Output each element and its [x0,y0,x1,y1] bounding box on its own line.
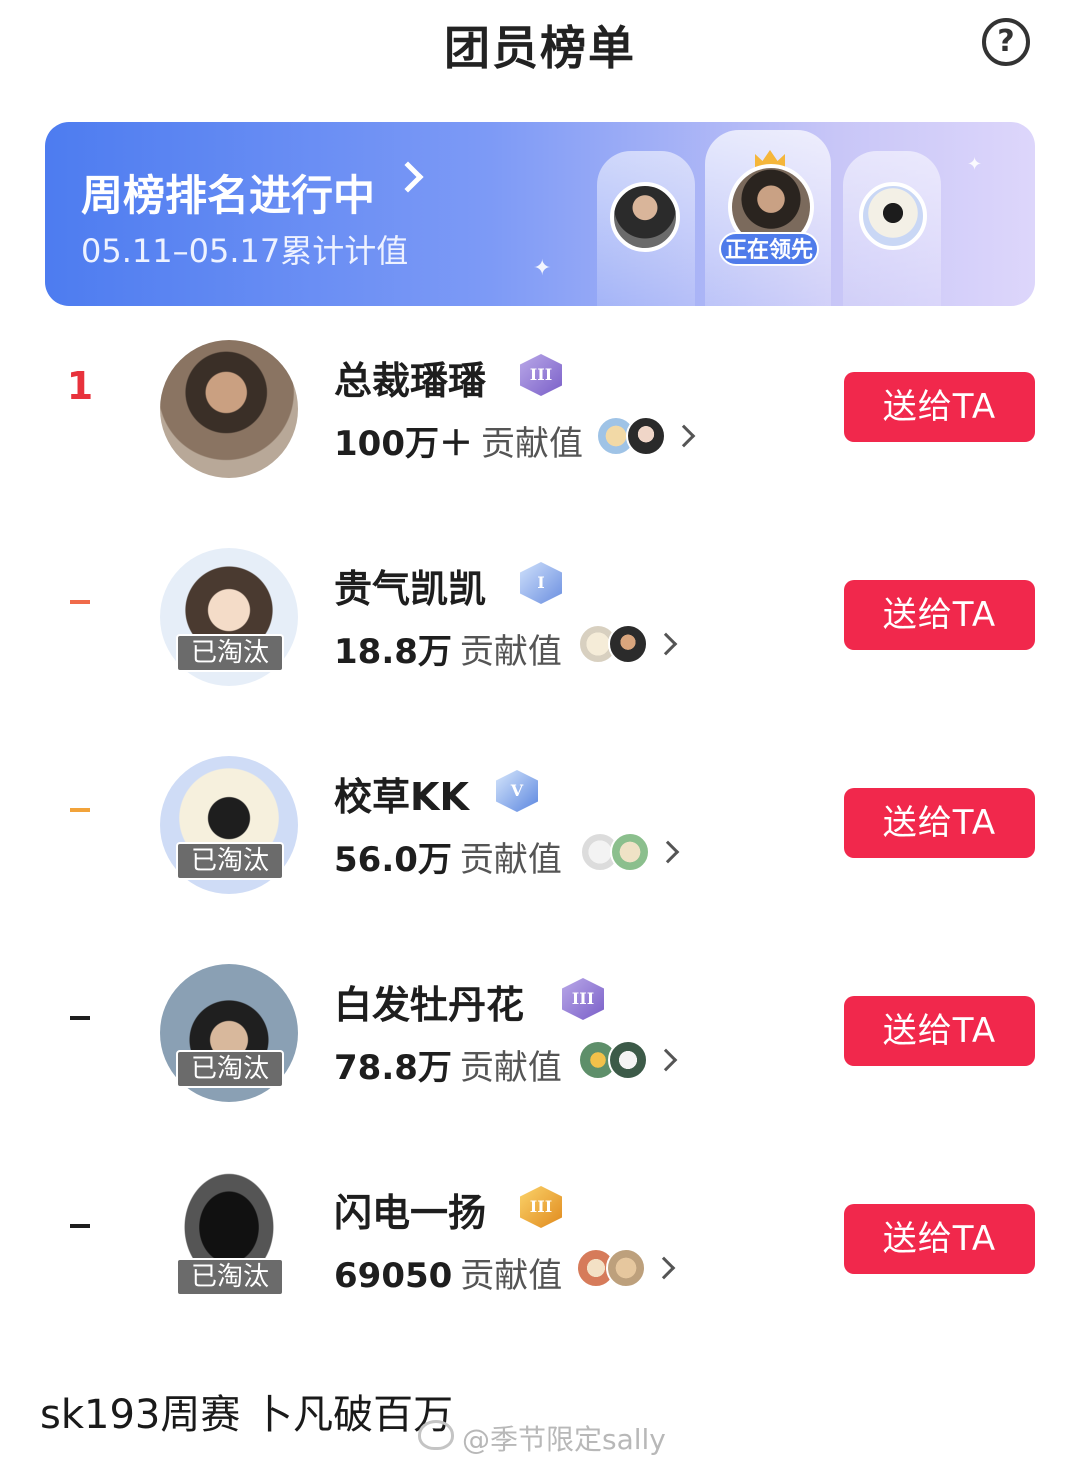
level-badge-icon: I [520,562,562,604]
avatar[interactable] [160,340,298,478]
podium-avatar-second[interactable] [610,182,680,252]
contributor-avatar [610,832,650,872]
eliminated-tag: 已淘汰 [176,842,284,880]
member-name: 白发牡丹花 [334,983,525,1027]
send-gift-button[interactable]: 送给TA [844,372,1035,442]
rank-number: 1 [66,364,94,408]
level-badge-icon: III [562,978,604,1020]
contribution-label: 贡献值 [459,840,562,880]
level-badge-icon: V [496,770,538,812]
podium-avatar-third[interactable] [859,182,927,250]
contribution-text: 69050 贡献值 [334,1248,562,1297]
contributor-avatar [608,624,648,664]
contribution-value: 100万＋ [334,424,473,464]
contribution-value: 56.0万 [334,840,452,880]
chevron-right-icon [392,161,424,193]
chevron-right-icon[interactable] [652,1256,676,1280]
member-name: 贵气凯凯 [334,567,487,611]
chevron-right-icon[interactable] [672,424,696,448]
chevron-right-icon[interactable] [654,632,678,656]
eliminated-tag: 已淘汰 [176,1258,284,1296]
contribution-text: 56.0万 贡献值 [334,832,562,881]
post-caption: sk193周赛 卜凡破百万 [40,1392,454,1438]
contributor-avatar [608,1040,648,1080]
contribution-value: 69050 [334,1256,453,1296]
contribution-value: 18.8万 [334,632,452,672]
level-badge-icon: III [520,1186,562,1228]
member-row: 已淘汰 白发牡丹花 III 78.8万 贡献值 送给TA [0,932,1080,1102]
contribution-text: 78.8万 贡献值 [334,1040,562,1089]
page-title: 团员榜单 [444,21,636,75]
eliminated-tag: 已淘汰 [176,634,284,672]
rank-dash [70,600,90,604]
eliminated-tag: 已淘汰 [176,1050,284,1088]
contributor-avatar [626,416,666,456]
contribution-label: 贡献值 [459,1048,562,1088]
contribution-label: 贡献值 [460,1256,563,1296]
send-gift-button[interactable]: 送给TA [844,996,1035,1066]
member-name: 闪电一扬 [334,1191,487,1235]
member-name: 校草KK [334,775,469,819]
chevron-right-icon[interactable] [654,1048,678,1072]
sparkle-icon: ✦ [533,256,552,281]
banner-title: 周榜排名进行中 [81,171,376,220]
member-row: 已淘汰 贵气凯凯 I 18.8万 贡献值 送给TA [0,516,1080,686]
leading-badge: 正在领先 [719,232,819,266]
contribution-value: 78.8万 [334,1048,452,1088]
watermark: @季节限定sally [462,1423,666,1456]
contribution-text: 18.8万 贡献值 [334,624,562,673]
header: 团员榜单 ? [0,0,1080,90]
member-row: 1 总裁璠璠 III 100万＋ 贡献值 送给TA [0,308,1080,478]
send-gift-button[interactable]: 送给TA [844,580,1035,650]
send-gift-button[interactable]: 送给TA [844,788,1035,858]
help-icon[interactable]: ? [982,18,1030,66]
sparkle-icon: ✦ [967,154,983,175]
member-row: 已淘汰 校草KK V 56.0万 贡献值 送给TA [0,724,1080,894]
banner-date-range: 05.11–05.17累计计值 [81,232,409,270]
rank-dash [70,808,90,812]
weekly-ranking-banner[interactable]: 周榜排名进行中 05.11–05.17累计计值 ✦ ✦ 正在领先 [45,122,1035,306]
contributor-avatar [606,1248,646,1288]
level-badge-icon: III [520,354,562,396]
member-row: 已淘汰 闪电一扬 III 69050 贡献值 送给TA [0,1140,1080,1310]
contribution-label: 贡献值 [459,632,562,672]
member-name: 总裁璠璠 [334,359,487,403]
rank-dash [70,1016,90,1020]
rank-dash [70,1224,90,1228]
send-gift-button[interactable]: 送给TA [844,1204,1035,1274]
chevron-right-icon[interactable] [656,840,680,864]
contribution-text: 100万＋ 贡献值 [334,416,583,465]
weibo-icon [418,1420,454,1450]
contribution-label: 贡献值 [480,424,583,464]
